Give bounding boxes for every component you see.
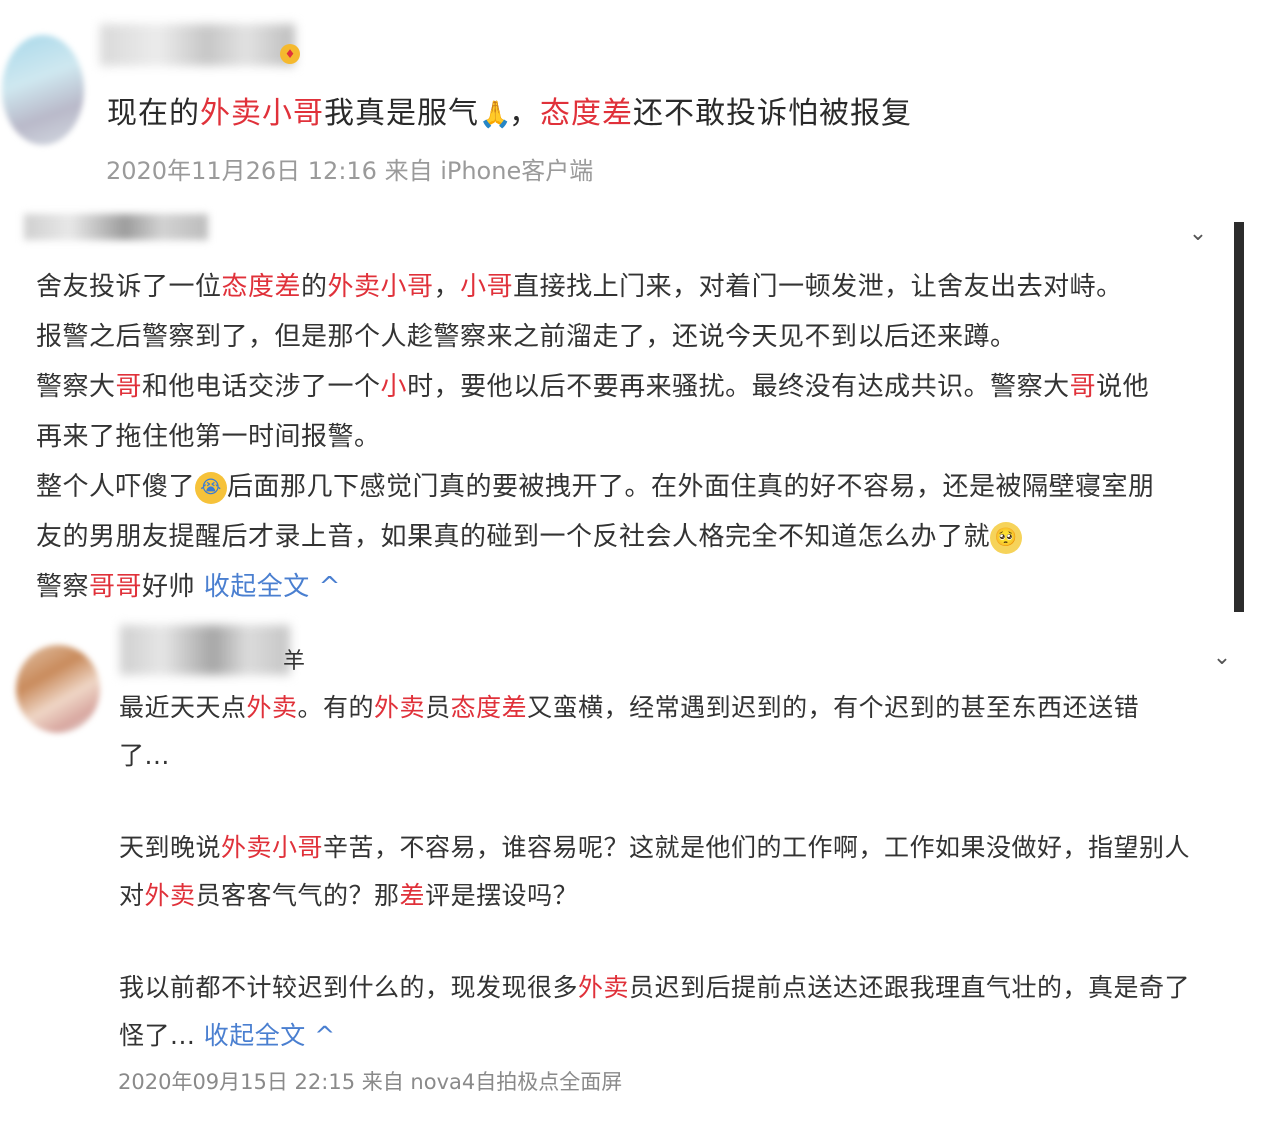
text-segment: 后面那几下感觉门真的要被拽开了。在外面住真的好不容易，还是被隔壁寝室朋 — [227, 472, 1155, 502]
card-edge-shadow — [1234, 222, 1244, 612]
comment-line: 天到晚说外卖小哥辛苦，不容易，谁容易呢？这就是他们的工作啊，工作如果没做好，指望… — [119, 828, 1190, 864]
chevron-up-icon[interactable]: ^ — [306, 1021, 336, 1050]
text-segment: 对 — [119, 881, 145, 910]
text-segment: 还不敢投诉怕被报复 — [633, 96, 912, 131]
keyword-highlight: 外卖小哥 — [221, 833, 324, 862]
comment-line: 整个人吓傻了 😭 后面那几下感觉门真的要被拽开了。在外面住真的好不容易，还是被隔壁寝… — [36, 466, 1155, 504]
keyword-highlight: 外卖小哥 — [200, 96, 324, 131]
text-segment: 时，要他以后不要再来骚扰。最终没有达成共识。警察大 — [407, 372, 1070, 402]
keyword-highlight: 哥 — [115, 372, 143, 402]
text-segment: 评是摆设吗？ — [425, 881, 579, 910]
text-segment: 怪了... — [119, 1021, 204, 1050]
keyword-highlight: 外卖 — [578, 973, 630, 1002]
text-segment: 员迟到后提前点送达还跟我理直气壮的，真是奇了 — [629, 973, 1191, 1002]
text-segment: 员客客气气的？那 — [195, 881, 400, 910]
keyword-highlight: 外卖 — [246, 693, 298, 722]
comment-line: 舍友投诉了一位态度差的外卖小哥，小哥直接找上门来，对着门一顿发泄，让舍友出去对峙… — [36, 266, 1123, 303]
keyword-highlight: 态度差 — [540, 96, 633, 131]
keyword-highlight: 态度差 — [221, 272, 302, 302]
comment-line: 最近天天点外卖。有的外卖员态度差又蛮横，经常遇到迟到的，有个迟到的甚至东西还送错 — [119, 688, 1139, 724]
text-segment: 辛苦，不容易，谁容易呢？这就是他们的工作啊，工作如果没做好，指望别人 — [323, 833, 1191, 862]
blurred-username[interactable] — [120, 625, 290, 675]
post-meta: 2020年09月15日 22:15 来自 nova4自拍极点全面屏 — [118, 1070, 623, 1094]
chevron-down-icon[interactable]: ⌄ — [1186, 222, 1210, 246]
comment-line: 我以前都不计较迟到什么的，现发现很多外卖员迟到后提前点送达还跟我理直气壮的，真是… — [119, 968, 1190, 1004]
keyword-highlight: 哥哥 — [89, 572, 143, 602]
comment-line: 警察大哥和他电话交涉了一个小时，要他以后不要再来骚扰。最终没有达成共识。警察大哥… — [36, 366, 1149, 403]
blurred-username[interactable] — [24, 214, 208, 240]
comment-line: 报警之后警察到了，但是那个人趁警察来之前溜走了，还说今天见不到以后还来蹲。 — [36, 322, 1017, 352]
keyword-highlight: 小哥 — [460, 272, 514, 302]
text-segment: ， — [509, 96, 540, 131]
keyword-highlight: 外卖小哥 — [327, 272, 434, 302]
text-segment: 舍友投诉了一位 — [36, 272, 222, 302]
text-segment: 好帅 — [142, 572, 204, 602]
collapse-full-text-link[interactable]: 收起全文 ^ — [204, 1021, 336, 1050]
blurred-username[interactable] — [100, 24, 295, 66]
text-segment: 员 — [425, 693, 451, 722]
collapse-link-label[interactable]: 收起全文 — [204, 572, 310, 602]
text-segment: 最近天天点 — [119, 693, 247, 722]
avatar[interactable] — [16, 645, 100, 733]
comment-line: 友的男朋友提醒后才录上音，如果真的碰到一个反社会人格完全不知道怎么办了就 🥺 — [36, 516, 1023, 554]
keyword-highlight: 小 — [380, 372, 408, 402]
text-segment: 我以前都不计较迟到什么的，现发现很多 — [119, 973, 579, 1002]
text-segment: 我真是服气 — [324, 96, 479, 131]
text-segment: ， — [433, 272, 461, 302]
text-segment: 和他电话交涉了一个 — [142, 372, 381, 402]
username-tail: 羊 — [283, 649, 306, 674]
pray-emoji-icon: 🙏 — [479, 99, 513, 130]
text-segment: 友的男朋友提醒后才录上音，如果真的碰到一个反社会人格完全不知道怎么办了就 — [36, 522, 991, 552]
text-segment: 。有的 — [297, 693, 375, 722]
text-segment: 又蛮横，经常遇到迟到的，有个迟到的甚至东西还送错 — [527, 693, 1140, 722]
comment-line: 怪了... 收起全文 ^ — [119, 1016, 336, 1052]
comment-line: 对外卖员客客气气的？那差评是摆设吗？ — [119, 876, 578, 912]
keyword-highlight: 差 — [399, 881, 426, 910]
text-segment: 现在的 — [107, 96, 200, 131]
post-meta: 2020年11月26日 12:16 来自 iPhone客户端 — [106, 157, 594, 185]
post-card-1: ♦ 现在的外卖小哥我真是服气🙏，态度差还不敢投诉怕被报复 2020年11月26日… — [0, 0, 1272, 200]
text-segment: 说他 — [1096, 372, 1150, 402]
text-segment: 直接找上门来，对着门一顿发泄，让舍友出去对峙。 — [513, 272, 1123, 302]
post-text: 现在的外卖小哥我真是服气🙏，态度差还不敢投诉怕被报复 — [107, 88, 912, 132]
comment-line: 了... — [119, 741, 170, 770]
chevron-up-icon[interactable]: ^ — [310, 572, 341, 602]
keyword-highlight: 哥 — [1069, 372, 1097, 402]
chevron-down-icon[interactable]: ⌄ — [1210, 646, 1234, 670]
keyword-highlight: 外卖 — [144, 881, 196, 910]
comment-line: 再来了拖住他第一时间报警。 — [36, 422, 381, 452]
text-segment: 天到晚说 — [119, 833, 222, 862]
keyword-highlight: 态度差 — [450, 693, 528, 722]
crying-emoji-icon: 😭 — [195, 471, 228, 504]
keyword-highlight: 外卖 — [374, 693, 426, 722]
pleading-emoji-icon: 🥺 — [990, 521, 1023, 554]
collapse-link-label[interactable]: 收起全文 — [204, 1021, 306, 1050]
text-segment: 警察 — [36, 572, 90, 602]
comment-line: 警察哥哥好帅 收起全文 ^ — [36, 566, 341, 603]
text-segment: 的 — [301, 272, 328, 302]
text-segment: 警察大 — [36, 372, 116, 402]
collapse-full-text-link[interactable]: 收起全文 ^ — [204, 572, 341, 602]
vip-badge-icon: ♦ — [280, 44, 300, 64]
avatar[interactable] — [2, 35, 84, 145]
text-segment: 整个人吓傻了 — [36, 472, 196, 502]
